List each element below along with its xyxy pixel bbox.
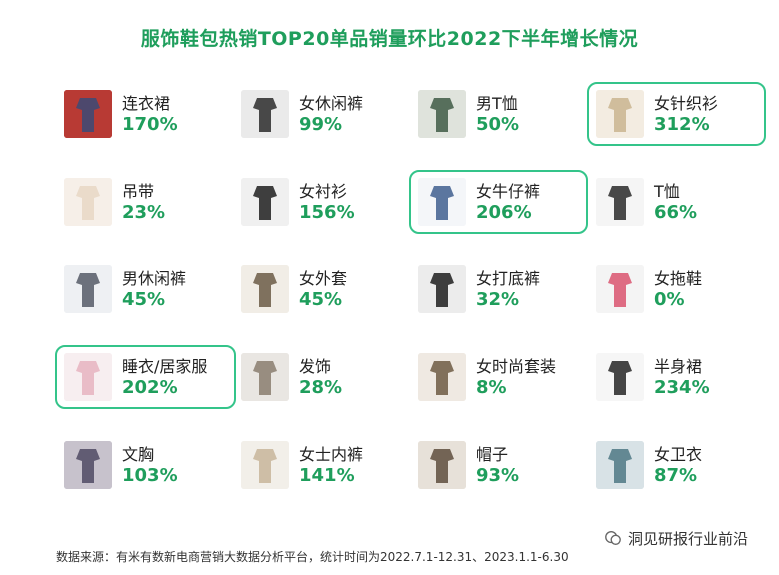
- product-name: 女打底裤: [476, 269, 541, 288]
- product-name: 帽子: [476, 445, 509, 464]
- jeans-icon: [418, 178, 466, 226]
- product-name: T恤: [654, 182, 680, 201]
- product-name: 女士内裤: [299, 445, 364, 464]
- product-item: 半身裙 234%: [596, 349, 766, 409]
- product-item: 女士内裤 141%: [241, 437, 411, 497]
- growth-value: 93%: [476, 465, 520, 486]
- hair-accessory-icon: [241, 353, 289, 401]
- growth-value: 45%: [299, 289, 343, 310]
- product-name: 吊带: [122, 182, 155, 201]
- camisole-icon: [64, 178, 112, 226]
- product-item: 女卫衣 87%: [596, 437, 766, 497]
- product-item: 女衬衫 156%: [241, 174, 411, 234]
- product-item: 吊带 23%: [64, 174, 234, 234]
- watermark: 洞见研报行业前沿: [604, 528, 748, 549]
- product-name: 睡衣/居家服: [122, 357, 208, 376]
- product-item: 文胸 103%: [64, 437, 234, 497]
- wechat-icon: [605, 531, 621, 545]
- product-name: 女外套: [299, 269, 348, 288]
- product-item: 男T恤 50%: [418, 86, 588, 146]
- growth-value: 202%: [122, 377, 178, 398]
- growth-value: 32%: [476, 289, 520, 310]
- product-name: 连衣裙: [122, 94, 171, 113]
- growth-value: 234%: [654, 377, 710, 398]
- growth-value: 156%: [299, 202, 355, 223]
- tshirt-icon: [418, 90, 466, 138]
- growth-value: 312%: [654, 114, 710, 135]
- coat-icon: [241, 265, 289, 313]
- product-name: 女衬衫: [299, 182, 348, 201]
- growth-value: 23%: [122, 202, 166, 223]
- product-name: 男T恤: [476, 94, 518, 113]
- skirt-icon: [596, 353, 644, 401]
- growth-value: 141%: [299, 465, 355, 486]
- trousers-icon: [64, 265, 112, 313]
- product-item: 女拖鞋 0%: [596, 261, 766, 321]
- product-name: 男休闲裤: [122, 269, 187, 288]
- product-item: 睡衣/居家服 202%: [64, 349, 234, 409]
- dress-icon: [64, 90, 112, 138]
- shirt-icon: [241, 178, 289, 226]
- product-name: 女针织衫: [654, 94, 719, 113]
- product-item: 女时尚套装 8%: [418, 349, 588, 409]
- product-item: 连衣裙 170%: [64, 86, 234, 146]
- growth-value: 66%: [654, 202, 698, 223]
- product-item: T恤 66%: [596, 174, 766, 234]
- product-name: 女牛仔裤: [476, 182, 541, 201]
- product-item: 女休闲裤 99%: [241, 86, 411, 146]
- pajamas-icon: [64, 353, 112, 401]
- pants-icon: [241, 90, 289, 138]
- hat-icon: [418, 441, 466, 489]
- growth-value: 28%: [299, 377, 343, 398]
- product-name: 女卫衣: [654, 445, 703, 464]
- product-item: 女牛仔裤 206%: [418, 174, 588, 234]
- growth-value: 0%: [654, 289, 685, 310]
- growth-value: 99%: [299, 114, 343, 135]
- product-item: 女打底裤 32%: [418, 261, 588, 321]
- knit-icon: [596, 90, 644, 138]
- growth-value: 170%: [122, 114, 178, 135]
- bra-icon: [64, 441, 112, 489]
- product-name: 女拖鞋: [654, 269, 703, 288]
- product-name: 半身裙: [654, 357, 703, 376]
- suit-icon: [418, 353, 466, 401]
- product-grid: 连衣裙 170% 女休闲裤 99% 男T恤 50% 女针织衫 312% 吊带 23% 女衬衫 156%…: [0, 0, 779, 575]
- growth-value: 206%: [476, 202, 532, 223]
- underwear-icon: [241, 441, 289, 489]
- product-name: 女时尚套装: [476, 357, 557, 376]
- growth-value: 8%: [476, 377, 507, 398]
- tshirts-icon: [596, 178, 644, 226]
- data-source-footer: 数据来源：有米有数新电商营销大数据分析平台，统计时间为2022.7.1-12.3…: [56, 550, 569, 564]
- leggings-icon: [418, 265, 466, 313]
- hoodie-icon: [596, 441, 644, 489]
- product-item: 女针织衫 312%: [596, 86, 766, 146]
- growth-value: 50%: [476, 114, 520, 135]
- product-item: 帽子 93%: [418, 437, 588, 497]
- growth-value: 45%: [122, 289, 166, 310]
- slipper-icon: [596, 265, 644, 313]
- product-item: 发饰 28%: [241, 349, 411, 409]
- product-name: 女休闲裤: [299, 94, 364, 113]
- watermark-text: 洞见研报行业前沿: [628, 530, 749, 548]
- product-item: 男休闲裤 45%: [64, 261, 234, 321]
- product-item: 女外套 45%: [241, 261, 411, 321]
- growth-value: 87%: [654, 465, 698, 486]
- product-name: 发饰: [299, 357, 332, 376]
- growth-value: 103%: [122, 465, 178, 486]
- product-name: 文胸: [122, 445, 155, 464]
